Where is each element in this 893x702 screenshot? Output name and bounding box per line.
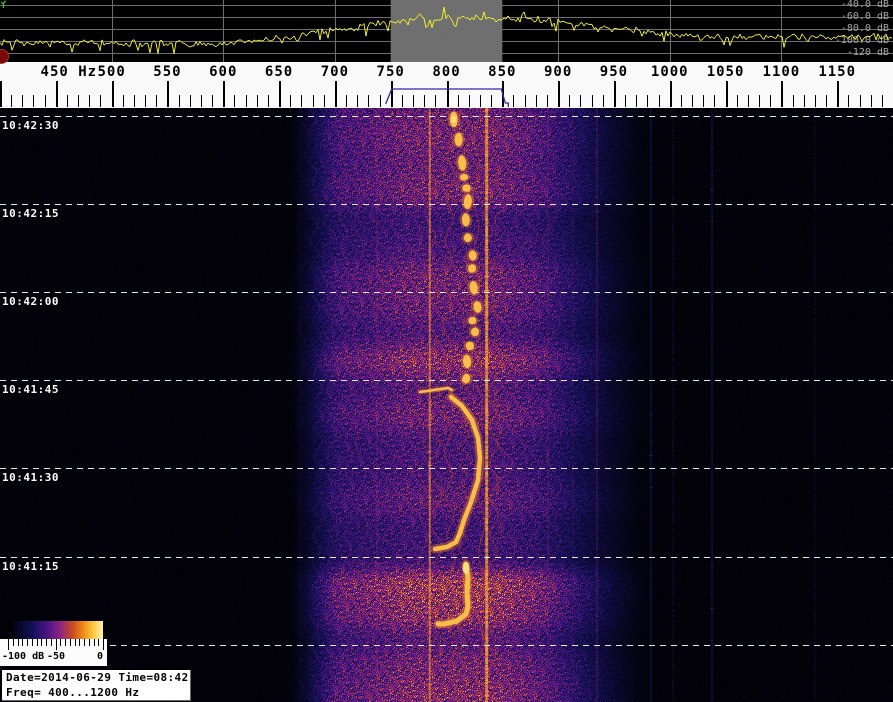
legend-tick [89, 639, 90, 646]
db-label: -60.0 dB [841, 12, 889, 22]
db-label: -80.0 dB [841, 24, 889, 34]
legend-tick [103, 639, 104, 650]
color-gradient-bar[interactable] [8, 621, 103, 639]
legend-tick [60, 639, 61, 646]
legend-tick [46, 639, 47, 646]
time-label: 10:41:45 [2, 383, 59, 396]
db-label: -100.0 dB [835, 36, 889, 46]
frequency-scale[interactable]: 450 Hz5005506006507007508008509009501000… [0, 62, 893, 108]
legend-tick [18, 639, 19, 646]
waterfall-display[interactable] [0, 108, 893, 702]
legend-db-label: -50 [47, 651, 65, 662]
legend-tick [84, 639, 85, 646]
info-date-time: Date=2014-06-29 Time=08:42 [2, 670, 190, 685]
legend-db-scale: -100 dB-50 0 [0, 639, 107, 666]
legend-tick [98, 639, 99, 646]
legend-tick [94, 639, 95, 646]
time-label: 10:42:15 [2, 207, 59, 220]
info-box: Date=2014-06-29 Time=08:42 Freq= 400...1… [2, 670, 191, 701]
legend-tick [27, 639, 28, 646]
time-label: 10:41:30 [2, 471, 59, 484]
legend-tick [65, 639, 66, 646]
legend-tick [32, 639, 33, 646]
legend-tick [70, 639, 71, 646]
legend-tick [22, 639, 23, 646]
legend-tick [8, 639, 9, 650]
activity-indicator-icon [0, 0, 8, 9]
time-label: 10:41:15 [2, 560, 59, 573]
legend-db-label: 0 [97, 651, 103, 662]
db-label: -40.0 dB [841, 0, 889, 10]
legend-db-label: -100 dB [2, 651, 44, 662]
spectrum-graph[interactable] [0, 0, 893, 62]
spectrum-analyzer-window: -40.0 dB -60.0 dB -80.0 dB -100.0 dB -120 dB… [0, 0, 893, 702]
color-scale-legend: -100 dB-50 0 [0, 620, 110, 667]
legend-tick [75, 639, 76, 646]
legend-tick [51, 639, 52, 646]
legend-tick [56, 639, 57, 650]
legend-tick [79, 639, 80, 646]
info-freq-range: Freq= 400...1200 Hz [2, 685, 190, 700]
db-label: -120 dB [847, 48, 889, 58]
time-label: 10:42:30 [2, 119, 59, 132]
time-label: 10:42:00 [2, 295, 59, 308]
legend-tick [37, 639, 38, 646]
legend-tick [41, 639, 42, 646]
legend-tick [13, 639, 14, 646]
passband-indicator[interactable] [0, 62, 893, 108]
